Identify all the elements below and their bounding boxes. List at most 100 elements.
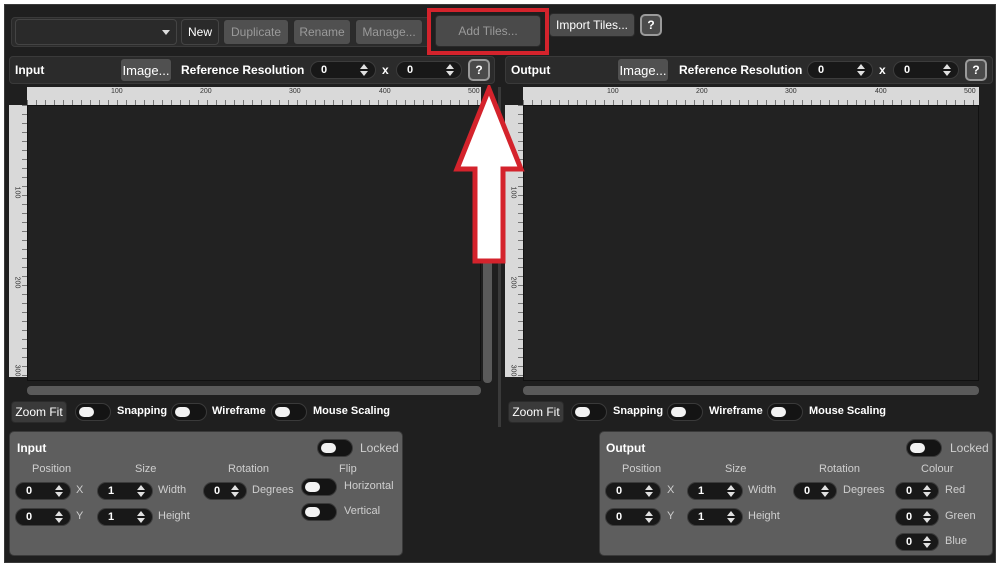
input-y-label: Y bbox=[76, 510, 84, 522]
output-image-button[interactable]: Image... bbox=[617, 58, 669, 82]
output-ref-res-x-value: 0 bbox=[818, 64, 825, 76]
input-mouse-scaling-toggle[interactable] bbox=[271, 403, 307, 421]
input-flip-vertical-toggle[interactable] bbox=[301, 503, 337, 521]
input-height-label: Height bbox=[158, 510, 190, 522]
output-height[interactable]: 1 bbox=[687, 508, 743, 526]
spin-arrows-icon[interactable] bbox=[726, 511, 736, 523]
input-zoom-fit-button[interactable]: Zoom Fit bbox=[11, 401, 67, 423]
output-green-label: Green bbox=[945, 510, 976, 522]
output-height-value: 1 bbox=[698, 511, 705, 523]
input-mouse-scaling-label: Mouse Scaling bbox=[313, 405, 391, 417]
tileset-dropdown[interactable] bbox=[15, 19, 177, 45]
output-rotation-label: Rotation bbox=[819, 463, 860, 475]
toolbar-help-icon[interactable]: ? bbox=[640, 14, 662, 36]
ruler-tick: 300 bbox=[509, 364, 517, 377]
output-green-value: 0 bbox=[906, 511, 913, 523]
spin-arrows-icon[interactable] bbox=[942, 64, 952, 76]
output-locked-toggle[interactable] bbox=[906, 439, 942, 457]
spin-arrows-icon[interactable] bbox=[54, 511, 64, 523]
ruler-tick: 200 bbox=[13, 276, 21, 289]
ruler-tick: 400 bbox=[379, 88, 391, 95]
new-button[interactable]: New bbox=[181, 19, 219, 45]
input-position-label: Position bbox=[32, 463, 72, 475]
input-wireframe-toggle[interactable] bbox=[171, 403, 207, 421]
output-ref-res-x[interactable]: 0 bbox=[807, 61, 873, 79]
spin-arrows-icon[interactable] bbox=[820, 485, 830, 497]
spin-arrows-icon[interactable] bbox=[136, 485, 146, 497]
input-width[interactable]: 1 bbox=[97, 482, 153, 500]
output-rotation[interactable]: 0 bbox=[793, 482, 837, 500]
output-pos-y[interactable]: 0 bbox=[605, 508, 661, 526]
ruler-tick: 300 bbox=[785, 88, 797, 95]
input-snapping-toggle[interactable] bbox=[75, 403, 111, 421]
output-ruler-horizontal: 100 200 300 400 500 bbox=[523, 87, 979, 105]
input-pos-x-value: 0 bbox=[26, 485, 33, 497]
output-wireframe-toggle[interactable] bbox=[667, 403, 703, 421]
spin-arrows-icon[interactable] bbox=[54, 485, 64, 497]
duplicate-button[interactable]: Duplicate bbox=[223, 19, 289, 45]
input-height[interactable]: 1 bbox=[97, 508, 153, 526]
ruler-tick: 100 bbox=[111, 88, 123, 95]
output-position-label: Position bbox=[622, 463, 662, 475]
input-pos-y[interactable]: 0 bbox=[15, 508, 71, 526]
output-mouse-scaling-toggle[interactable] bbox=[767, 403, 803, 421]
input-locked-toggle[interactable] bbox=[317, 439, 353, 457]
input-rotation[interactable]: 0 bbox=[203, 482, 247, 500]
spin-arrows-icon[interactable] bbox=[445, 64, 455, 76]
input-image-button[interactable]: Image... bbox=[120, 58, 172, 82]
spin-arrows-icon[interactable] bbox=[922, 511, 932, 523]
ruler-tick: 500 bbox=[964, 88, 976, 95]
input-horizontal-label: Horizontal bbox=[344, 480, 394, 492]
import-tiles-button[interactable]: Import Tiles... bbox=[549, 13, 635, 37]
input-ref-res-sep: x bbox=[382, 63, 389, 77]
output-view-title: Output bbox=[511, 63, 551, 77]
spin-arrows-icon[interactable] bbox=[726, 485, 736, 497]
ruler-tick: 200 bbox=[200, 88, 212, 95]
output-red[interactable]: 0 bbox=[895, 482, 939, 500]
spin-arrows-icon[interactable] bbox=[644, 511, 654, 523]
output-width[interactable]: 1 bbox=[687, 482, 743, 500]
output-blue[interactable]: 0 bbox=[895, 533, 939, 551]
output-snapping-toggle[interactable] bbox=[571, 403, 607, 421]
rename-button[interactable]: Rename bbox=[293, 19, 351, 45]
output-colour-label: Colour bbox=[921, 463, 954, 475]
output-pos-x[interactable]: 0 bbox=[605, 482, 661, 500]
input-snapping-label: Snapping bbox=[117, 405, 168, 417]
input-ref-res-y[interactable]: 0 bbox=[396, 61, 462, 79]
spin-arrows-icon[interactable] bbox=[922, 536, 932, 548]
input-help-icon[interactable]: ? bbox=[468, 59, 490, 81]
input-ref-res-x[interactable]: 0 bbox=[310, 61, 376, 79]
spin-arrows-icon[interactable] bbox=[856, 64, 866, 76]
input-height-value: 1 bbox=[108, 511, 115, 523]
output-blue-value: 0 bbox=[906, 536, 913, 548]
output-width-label: Width bbox=[748, 484, 777, 496]
input-ruler-vertical: 100 200 300 bbox=[9, 105, 27, 377]
output-scrollbar-horizontal[interactable] bbox=[523, 386, 979, 395]
input-x-label: X bbox=[76, 484, 84, 496]
input-wireframe-label: Wireframe bbox=[212, 405, 266, 417]
output-rotation-value: 0 bbox=[804, 485, 811, 497]
output-pos-y-value: 0 bbox=[616, 511, 623, 523]
spin-arrows-icon[interactable] bbox=[359, 64, 369, 76]
spin-arrows-icon[interactable] bbox=[922, 485, 932, 497]
input-scrollbar-horizontal[interactable] bbox=[27, 386, 481, 395]
output-green[interactable]: 0 bbox=[895, 508, 939, 526]
spin-arrows-icon[interactable] bbox=[644, 485, 654, 497]
ruler-tick: 400 bbox=[875, 88, 887, 95]
ruler-tick: 200 bbox=[696, 88, 708, 95]
ruler-tick: 100 bbox=[13, 186, 21, 199]
spin-arrows-icon[interactable] bbox=[230, 485, 240, 497]
spin-arrows-icon[interactable] bbox=[136, 511, 146, 523]
input-flip-horizontal-toggle[interactable] bbox=[301, 478, 337, 496]
output-zoom-fit-button[interactable]: Zoom Fit bbox=[508, 401, 564, 423]
ruler-tick: 300 bbox=[13, 364, 21, 377]
input-pos-x[interactable]: 0 bbox=[15, 482, 71, 500]
output-ref-res-y[interactable]: 0 bbox=[893, 61, 959, 79]
manage-button[interactable]: Manage... bbox=[355, 19, 423, 45]
output-width-value: 1 bbox=[698, 485, 705, 497]
output-snapping-label: Snapping bbox=[613, 405, 664, 417]
input-canvas[interactable] bbox=[27, 105, 481, 381]
output-help-icon[interactable]: ? bbox=[965, 59, 987, 81]
output-canvas[interactable] bbox=[523, 105, 979, 381]
input-flip-label: Flip bbox=[339, 463, 357, 475]
